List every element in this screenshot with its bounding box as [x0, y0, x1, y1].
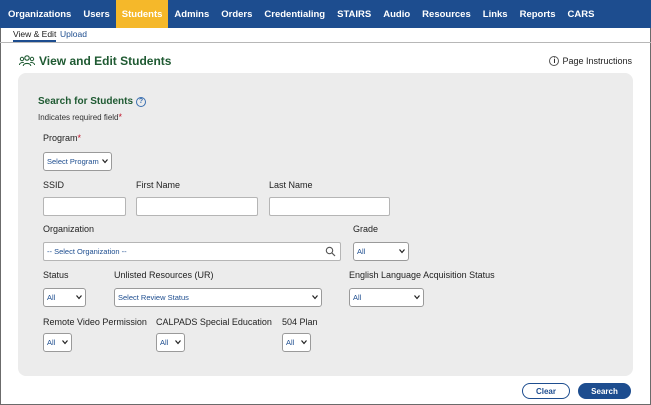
program-label-text: Program — [43, 133, 78, 143]
required-asterisk: * — [118, 112, 123, 122]
rvp-select[interactable]: All — [43, 333, 72, 352]
rvp-select-value: All — [47, 338, 56, 347]
nav-students[interactable]: Students — [115, 0, 169, 28]
nav-orders[interactable]: Orders — [215, 0, 258, 28]
tab-view-edit[interactable]: View & Edit — [13, 29, 57, 42]
organization-search-input[interactable]: -- Select Organization -- — [43, 242, 341, 261]
calpads-label: CALPADS Special Education — [156, 317, 272, 327]
students-group-icon — [19, 55, 35, 67]
page-instructions-label: Page Instructions — [562, 56, 632, 66]
ur-review-status-select[interactable]: Select Review Status — [114, 288, 322, 307]
help-icon[interactable]: ? — [136, 96, 147, 107]
nav-audio[interactable]: Audio — [377, 0, 416, 28]
first-name-input[interactable] — [136, 197, 258, 216]
last-name-input[interactable] — [269, 197, 390, 216]
page-header: View and Edit Students — [19, 54, 171, 68]
nav-stairs[interactable]: STAIRS — [331, 0, 377, 28]
page-title: View and Edit Students — [39, 54, 172, 68]
chevron-down-icon — [102, 159, 108, 164]
ssid-input[interactable] — [43, 197, 126, 216]
nav-credentialing[interactable]: Credentialing — [258, 0, 331, 28]
nav-cars[interactable]: CARS — [561, 0, 600, 28]
search-panel: Search for Students ? Indicates required… — [18, 73, 633, 376]
nav-reports[interactable]: Reports — [514, 0, 562, 28]
nav-links[interactable]: Links — [477, 0, 514, 28]
ur-label: Unlisted Resources (UR) — [114, 270, 214, 280]
plan504-label: 504 Plan — [282, 317, 318, 327]
chevron-down-icon — [399, 249, 405, 254]
elas-select-value: All — [353, 293, 362, 302]
ur-select-value: Select Review Status — [118, 293, 189, 302]
organization-label: Organization — [43, 224, 95, 234]
plan504-select[interactable]: All — [282, 333, 311, 352]
search-section-heading: Search for Students ? — [38, 96, 147, 107]
clear-button[interactable]: Clear — [522, 383, 570, 399]
plan504-select-value: All — [286, 338, 295, 347]
elas-select[interactable]: All — [349, 288, 424, 307]
sub-tabs: View & Edit Upload — [0, 28, 651, 43]
last-name-label: Last Name — [269, 180, 313, 190]
chevron-down-icon — [414, 295, 420, 300]
search-title: Search for Students — [38, 96, 134, 107]
nav-resources[interactable]: Resources — [416, 0, 477, 28]
program-select-value: Select Program — [47, 157, 99, 166]
program-required-asterisk: * — [77, 133, 82, 143]
organization-value: -- Select Organization -- — [47, 247, 127, 256]
grade-select[interactable]: All — [353, 242, 409, 261]
search-icon[interactable] — [325, 246, 336, 257]
status-select[interactable]: All — [43, 288, 86, 307]
program-label: Program* — [43, 133, 81, 143]
chevron-down-icon — [312, 295, 318, 300]
ssid-label: SSID — [43, 180, 65, 190]
grade-label: Grade — [353, 224, 379, 234]
nav-users[interactable]: Users — [77, 0, 115, 28]
top-navigation: Organizations Users Students Admins Orde… — [0, 0, 651, 28]
calpads-select[interactable]: All — [156, 333, 185, 352]
first-name-label: First Name — [136, 180, 181, 190]
nav-admins[interactable]: Admins — [168, 0, 215, 28]
calpads-select-value: All — [160, 338, 169, 347]
required-note: Indicates required field* — [38, 112, 122, 122]
page-instructions-link[interactable]: i Page Instructions — [549, 56, 632, 66]
required-note-text: Indicates required field — [38, 113, 119, 122]
chevron-down-icon — [76, 295, 82, 300]
nav-organizations[interactable]: Organizations — [2, 0, 77, 28]
search-button[interactable]: Search — [578, 383, 631, 399]
status-select-value: All — [47, 293, 56, 302]
rvp-label: Remote Video Permission — [43, 317, 147, 327]
program-select[interactable]: Select Program — [43, 152, 112, 171]
elas-label: English Language Acquisition Status — [349, 270, 495, 280]
info-icon: i — [549, 56, 560, 66]
tab-upload[interactable]: Upload — [60, 29, 87, 39]
chevron-down-icon — [175, 340, 181, 345]
chevron-down-icon — [62, 340, 68, 345]
chevron-down-icon — [301, 340, 307, 345]
grade-select-value: All — [357, 247, 366, 256]
status-label: Status — [43, 270, 69, 280]
